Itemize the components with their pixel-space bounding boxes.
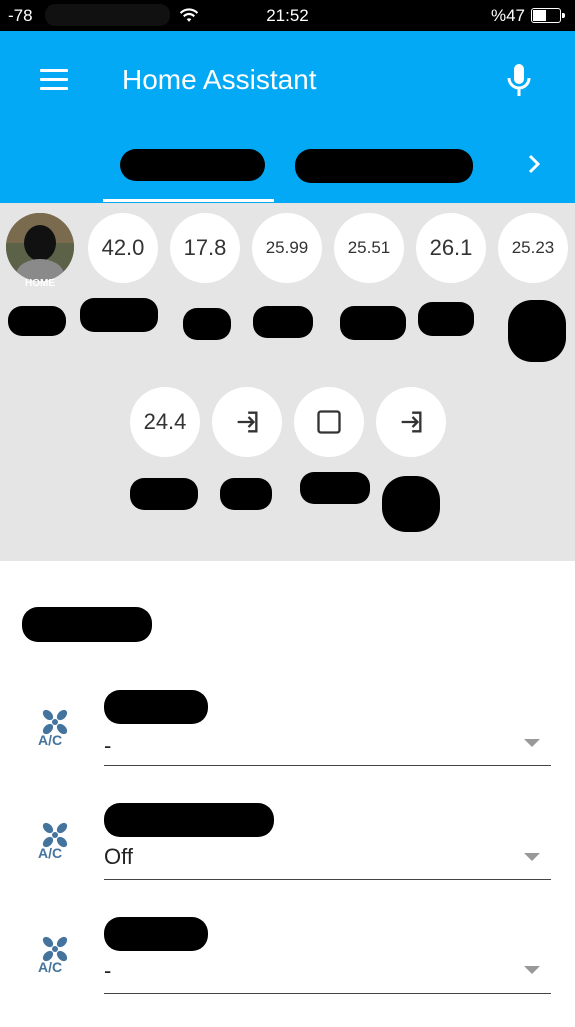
badge-unit: C — [283, 275, 291, 285]
badge-value: 25.51 — [347, 238, 391, 257]
ac-name-redacted — [104, 803, 274, 837]
badge-label-redacted — [8, 306, 66, 336]
badge-unit: C — [201, 275, 209, 285]
home-badge-label: HOME — [25, 278, 55, 289]
badge-value: 25.99 — [265, 238, 309, 257]
sensor-badge[interactable]: 17.8 C — [170, 213, 240, 285]
select-underline — [104, 879, 551, 880]
badge-unit: C — [447, 275, 455, 285]
active-tab-indicator — [103, 199, 274, 202]
sensor-badge[interactable]: 42.0 % — [88, 213, 158, 285]
badge-unit: C — [365, 275, 373, 285]
badge-label-redacted — [340, 306, 406, 340]
badge-unit: C — [529, 275, 537, 285]
sensor-badge[interactable]: 25.99 C — [252, 213, 322, 285]
battery-percent: %47 — [490, 6, 525, 25]
badge-label-redacted — [220, 478, 272, 510]
app-title: Home Assistant — [122, 64, 317, 95]
tab-1-label-redacted — [120, 149, 265, 181]
exit-to-app-badge[interactable] — [376, 387, 446, 457]
dropdown-arrow-icon[interactable] — [524, 739, 540, 747]
badge-label-redacted — [300, 472, 370, 504]
app-header: Home Assistant — [0, 31, 575, 203]
ac-select-value: - — [104, 958, 112, 983]
badge-value: 42.0 — [101, 235, 145, 260]
ac-name-redacted — [104, 690, 208, 724]
badge-label-redacted — [382, 476, 440, 532]
exit-to-app-icon — [237, 411, 258, 433]
sensor-badge[interactable]: 26.1 C — [416, 213, 486, 285]
badge-unit: % — [118, 275, 127, 285]
ac-icon-label: A/C — [38, 845, 63, 861]
ac-select-value: - — [104, 733, 112, 758]
badge-label-redacted — [253, 306, 313, 338]
select-underline — [104, 993, 551, 994]
ac-select-row[interactable]: A/C - — [0, 690, 575, 800]
exit-to-app-icon — [401, 411, 422, 433]
exit-to-app-badge[interactable] — [212, 387, 282, 457]
ac-icon-label: A/C — [38, 732, 63, 748]
badge-value: 24.4 — [143, 409, 187, 434]
battery-level-fill — [533, 10, 547, 21]
badge-value: 25.23 — [511, 238, 555, 257]
badge-value: 26.1 — [429, 235, 473, 260]
person-photo — [6, 213, 74, 281]
card-title-redacted — [22, 607, 152, 642]
battery-icon — [531, 8, 565, 23]
ac-select-row[interactable]: A/C Off — [0, 803, 575, 913]
ac-select-value: Off — [104, 844, 133, 869]
sensor-badge[interactable]: 25.23 C — [498, 213, 568, 285]
badge-label-redacted — [508, 300, 566, 362]
badge-label-redacted — [80, 298, 158, 332]
checkbox-blank-outline-icon — [317, 410, 341, 434]
sensor-badge[interactable]: 25.51 C — [334, 213, 404, 285]
clock: 21:52 — [266, 6, 309, 25]
badge-unit: C — [161, 449, 169, 459]
badge-label-redacted — [418, 302, 474, 336]
tab-2-label-redacted — [295, 149, 473, 183]
chevron-right-icon[interactable] — [522, 152, 546, 176]
microphone-icon[interactable] — [506, 63, 532, 97]
dropdown-arrow-icon[interactable] — [524, 853, 540, 861]
hamburger-menu-icon[interactable] — [40, 69, 68, 91]
sensor-badge[interactable]: 24.4 C — [130, 387, 200, 459]
ac-icon-label: A/C — [38, 959, 63, 975]
badge-value: 17.8 — [183, 235, 227, 260]
ac-name-redacted — [104, 917, 208, 951]
status-bar: -78 21:52 %47 — [0, 0, 575, 31]
select-underline — [104, 765, 551, 766]
checkbox-badge[interactable] — [294, 387, 364, 457]
dropdown-arrow-icon[interactable] — [524, 966, 540, 974]
home-avatar[interactable] — [6, 213, 74, 281]
badge-label-redacted — [183, 308, 231, 340]
badge-label-redacted — [130, 478, 198, 510]
ac-select-row[interactable]: A/C - — [0, 917, 575, 1027]
